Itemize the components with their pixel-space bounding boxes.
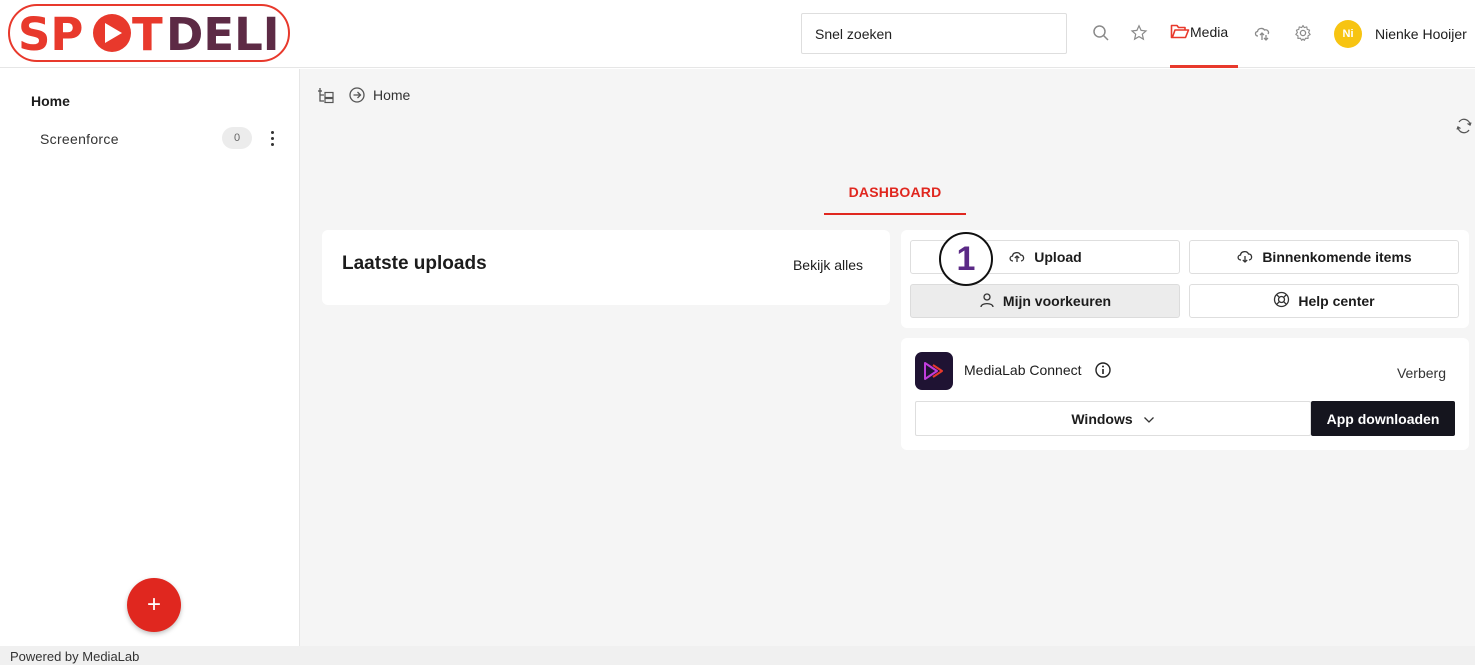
info-icon[interactable]	[1094, 361, 1112, 384]
folder-icon	[1170, 23, 1190, 46]
my-preferences-label: Mijn voorkeuren	[1002, 293, 1112, 309]
incoming-items-button[interactable]: Binnenkomende items	[1189, 240, 1459, 274]
breadcrumb[interactable]: Home	[373, 87, 410, 103]
spotdeli-logo[interactable]: SP T DELI	[8, 4, 290, 62]
help-center-button[interactable]: Help center	[1189, 284, 1459, 318]
os-select-value: Windows	[1071, 410, 1133, 427]
svg-text:SP: SP	[18, 8, 83, 61]
download-app-button[interactable]: App downloaden	[1311, 401, 1455, 436]
cloud-upload-icon	[1008, 248, 1026, 267]
main-content: Home DASHBOARD Laatste uploads Bekijk al…	[300, 69, 1475, 646]
os-select[interactable]: Windows	[915, 401, 1311, 436]
user-name[interactable]: Nienke Hooijer	[1375, 26, 1467, 42]
cloud-sync-icon[interactable]	[1252, 22, 1274, 44]
add-button[interactable]: +	[127, 578, 181, 632]
top-bar: SP T DELI Snel zoeken Media Ni Nienke Ho…	[0, 0, 1475, 68]
media-label: Media	[1190, 24, 1229, 40]
search-icon[interactable]	[1090, 22, 1112, 44]
tab-dashboard[interactable]: DASHBOARD	[824, 169, 966, 215]
card-title: Laatste uploads	[342, 253, 487, 274]
avatar[interactable]: Ni	[1334, 20, 1362, 48]
quick-actions-card: 1 Upload Binnenkomende items Mijn voorke…	[901, 230, 1469, 328]
hide-link[interactable]: Verberg	[1397, 365, 1446, 381]
view-all-link[interactable]: Bekijk alles	[793, 257, 863, 273]
svg-text:T: T	[132, 8, 163, 61]
incoming-items-label: Binnenkomende items	[1262, 249, 1412, 265]
my-preferences-button[interactable]: Mijn voorkeuren	[910, 284, 1180, 318]
tab-media[interactable]: Media	[1170, 0, 1238, 68]
user-icon	[979, 292, 995, 311]
item-count-badge: 0	[222, 127, 252, 149]
tree-icon[interactable]	[317, 86, 335, 109]
search-input[interactable]: Snel zoeken	[801, 13, 1067, 54]
help-center-label: Help center	[1298, 293, 1375, 309]
star-icon[interactable]	[1128, 22, 1150, 44]
sidebar-item-home[interactable]: Home	[31, 93, 70, 109]
svg-text:DELI: DELI	[166, 8, 280, 61]
arrow-circle-icon	[348, 86, 366, 109]
sidebar-item-screenforce[interactable]: Screenforce	[40, 131, 119, 147]
active-tab-indicator	[1170, 65, 1238, 68]
lifebuoy-icon	[1273, 291, 1290, 311]
upload-label: Upload	[1034, 249, 1082, 265]
sidebar: Home Screenforce 0 +	[10, 69, 300, 646]
step-number-badge: 1	[939, 232, 993, 286]
medialab-connect-card: MediaLab Connect Verberg Windows App dow…	[901, 338, 1469, 450]
latest-uploads-card: Laatste uploads Bekijk alles	[322, 230, 890, 305]
chevron-down-icon	[1143, 411, 1155, 427]
medialab-connect-logo	[915, 352, 953, 390]
gear-icon[interactable]	[1292, 22, 1314, 44]
cloud-download-icon	[1236, 248, 1254, 267]
refresh-icon[interactable]	[1455, 117, 1473, 140]
more-options-icon[interactable]	[265, 127, 279, 149]
connect-title: MediaLab Connect	[964, 362, 1082, 378]
footer: Powered by MediaLab	[0, 646, 1475, 665]
